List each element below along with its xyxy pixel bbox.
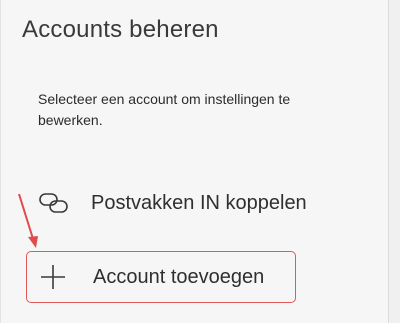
panel-title: Accounts beheren [22,16,219,43]
annotation-arrow-icon [18,193,38,248]
link-inboxes-button[interactable]: Postvakken IN koppelen [37,188,307,218]
link-icon [39,193,68,213]
plus-icon [41,265,65,289]
manage-accounts-panel: Accounts beheren Selecteer een account o… [0,0,390,323]
link-inboxes-label: Postvakken IN koppelen [91,191,307,214]
add-account-button[interactable]: Account toevoegen [26,251,296,303]
add-account-label: Account toevoegen [93,265,265,288]
panel-description: Selecteer een account om instellingen te… [38,91,291,128]
scrollbar[interactable] [388,0,400,323]
